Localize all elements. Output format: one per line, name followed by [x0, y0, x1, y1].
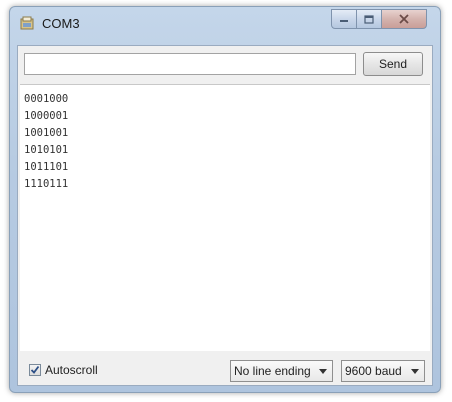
maximize-icon	[364, 14, 374, 24]
close-icon	[399, 14, 409, 24]
serial-output[interactable]: 0001000 1000001 1001001 1010101 1011101 …	[20, 84, 430, 351]
close-button[interactable]	[381, 9, 427, 29]
output-line: 1001001	[24, 127, 69, 139]
output-line: 1010101	[24, 144, 69, 156]
serial-monitor-window: COM3 Send 0001000 1000001 1001001 101010…	[9, 6, 441, 393]
app-icon	[20, 16, 34, 30]
autoscroll-checkbox[interactable]	[29, 364, 41, 376]
chevron-down-icon	[319, 369, 327, 374]
autoscroll-toggle[interactable]: Autoscroll	[29, 363, 98, 377]
chevron-down-icon	[411, 369, 419, 374]
baud-rate-select[interactable]: 9600 baud	[341, 360, 425, 382]
title-bar[interactable]: COM3	[10, 7, 440, 41]
output-line: 1011101	[24, 161, 69, 173]
output-line: 1110111	[24, 178, 69, 190]
checkmark-icon	[30, 365, 40, 374]
maximize-button[interactable]	[356, 9, 382, 29]
send-input[interactable]	[24, 53, 356, 75]
output-line: 1000001	[24, 110, 69, 122]
line-ending-value: No line ending	[234, 364, 311, 378]
send-button[interactable]: Send	[363, 52, 423, 76]
output-line: 0001000	[24, 93, 69, 105]
line-ending-select[interactable]: No line ending	[230, 360, 333, 382]
client-area: Send 0001000 1000001 1001001 1010101 101…	[17, 45, 433, 386]
baud-rate-value: 9600 baud	[345, 364, 402, 378]
bottom-bar: Autoscroll No line ending 9600 baud	[18, 351, 432, 387]
minimize-button[interactable]	[331, 9, 357, 29]
window-title: COM3	[42, 16, 80, 31]
minimize-icon	[340, 20, 348, 22]
autoscroll-label: Autoscroll	[45, 363, 98, 377]
